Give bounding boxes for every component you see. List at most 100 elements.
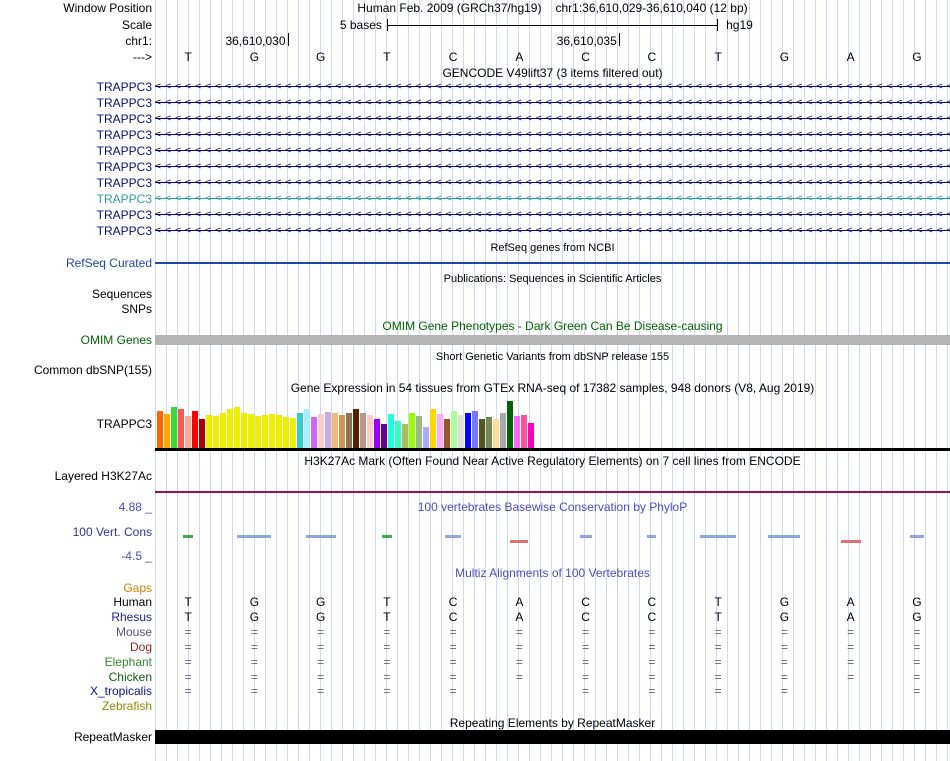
gtex-expression-bar[interactable] [276, 415, 282, 449]
gtex-expression-bar[interactable] [500, 413, 506, 449]
gtex-expression-bar[interactable] [521, 415, 527, 449]
species-label-chicken[interactable]: Chicken [109, 670, 152, 684]
gtex-expression-bar[interactable] [493, 419, 499, 449]
gtex-expression-bar[interactable] [157, 411, 163, 449]
gtex-expression-bar[interactable] [248, 414, 254, 449]
label-omim-genes[interactable]: OMIM Genes [81, 333, 152, 347]
label-trappc3[interactable]: TRAPPC3 [97, 128, 152, 142]
label-4-88[interactable]: 4.88 _ [119, 500, 152, 514]
gtex-expression-bar[interactable] [325, 412, 331, 449]
gtex-expression-bar[interactable] [290, 418, 296, 449]
species-label-human[interactable]: Human [113, 595, 152, 609]
transcript-line[interactable]: <<<<<<<<<<<<<<<<<<<<<<<<<<<<<<<<<<<<<<<<… [155, 145, 950, 157]
species-label-elephant[interactable]: Elephant [105, 655, 152, 669]
gtex-expression-bar[interactable] [297, 413, 303, 449]
title-refseq-genes-from-ncbi[interactable]: RefSeq genes from NCBI [155, 241, 950, 255]
label-common-dbsnp-155[interactable]: Common dbSNP(155) [34, 363, 152, 377]
transcript-line[interactable]: <<<<<<<<<<<<<<<<<<<<<<<<<<<<<<<<<<<<<<<<… [155, 177, 950, 189]
transcript-line[interactable]: <<<<<<<<<<<<<<<<<<<<<<<<<<<<<<<<<<<<<<<<… [155, 209, 950, 221]
gtex-expression-bar[interactable] [465, 413, 471, 449]
gtex-expression-bar[interactable] [199, 419, 205, 449]
title-h3k27ac-mark-often-found-near-ac[interactable]: H3K27Ac Mark (Often Found Near Active Re… [155, 454, 950, 468]
species-label-mouse[interactable]: Mouse [116, 625, 152, 639]
refseq-curated-track[interactable] [155, 262, 950, 264]
repeatmasker-track[interactable] [155, 730, 950, 744]
gtex-expression-bar[interactable] [255, 416, 261, 449]
gtex-expression-bar[interactable] [458, 415, 464, 449]
h3k27ac-track[interactable] [155, 491, 950, 493]
label-trappc3[interactable]: TRAPPC3 [97, 417, 152, 431]
gtex-expression-bar[interactable] [353, 409, 359, 449]
species-label-zebrafish[interactable]: Zebrafish [102, 699, 152, 713]
transcript-line[interactable]: <<<<<<<<<<<<<<<<<<<<<<<<<<<<<<<<<<<<<<<<… [155, 97, 950, 109]
label-trappc3[interactable]: TRAPPC3 [97, 192, 152, 206]
transcript-line[interactable]: <<<<<<<<<<<<<<<<<<<<<<<<<<<<<<<<<<<<<<<<… [155, 225, 950, 237]
gtex-expression-bar[interactable] [171, 407, 177, 449]
gtex-expression-bar[interactable] [311, 417, 317, 449]
title-100-vertebrates-basewise-conserv[interactable]: 100 vertebrates Basewise Conservation by… [155, 500, 950, 514]
species-label-dog[interactable]: Dog [130, 640, 152, 654]
gtex-expression-bar[interactable] [367, 415, 373, 449]
gtex-expression-bar[interactable] [472, 411, 478, 449]
gtex-expression-bar[interactable] [423, 427, 429, 449]
gtex-expression-bar[interactable] [262, 415, 268, 449]
gtex-expression-bar[interactable] [374, 419, 380, 449]
label-100-vert-cons[interactable]: 100 Vert. Cons [73, 525, 152, 539]
transcript-line[interactable]: <<<<<<<<<<<<<<<<<<<<<<<<<<<<<<<<<<<<<<<<… [155, 129, 950, 141]
label-refseq-curated[interactable]: RefSeq Curated [66, 256, 152, 270]
gtex-expression-bar[interactable] [402, 424, 408, 449]
gtex-expression-bar[interactable] [416, 416, 422, 449]
gtex-expression-bar[interactable] [241, 413, 247, 449]
gtex-expression-bar[interactable] [388, 414, 394, 449]
gtex-expression-bar[interactable] [206, 415, 212, 449]
transcript-line[interactable]: <<<<<<<<<<<<<<<<<<<<<<<<<<<<<<<<<<<<<<<<… [155, 161, 950, 173]
transcript-line[interactable]: <<<<<<<<<<<<<<<<<<<<<<<<<<<<<<<<<<<<<<<<… [155, 81, 950, 93]
gtex-expression-bar[interactable] [444, 419, 450, 449]
label-sequences[interactable]: Sequences [92, 287, 152, 301]
gtex-expression-bar[interactable] [486, 417, 492, 449]
label-trappc3[interactable]: TRAPPC3 [97, 96, 152, 110]
gtex-expression-bar[interactable] [479, 419, 485, 449]
gtex-expression-bar[interactable] [318, 414, 324, 449]
label-layered-h3k27ac[interactable]: Layered H3K27Ac [55, 469, 152, 483]
gtex-expression-bar[interactable] [192, 411, 198, 449]
gtex-expression-bar[interactable] [227, 409, 233, 449]
transcript-line[interactable]: <<<<<<<<<<<<<<<<<<<<<<<<<<<<<<<<<<<<<<<<… [155, 193, 950, 205]
gtex-expression-bar[interactable] [283, 417, 289, 449]
gtex-expression-bar[interactable] [178, 409, 184, 449]
gtex-expression-bar[interactable] [528, 423, 534, 449]
gtex-expression-bar[interactable] [164, 414, 170, 449]
title-multiz-alignments-of-100-vertebr[interactable]: Multiz Alignments of 100 Vertebrates [155, 566, 950, 580]
title-repeating-elements-by-repeatmask[interactable]: Repeating Elements by RepeatMasker [155, 716, 950, 730]
species-label-gaps[interactable]: Gaps [123, 581, 152, 595]
gtex-expression-bar[interactable] [213, 416, 219, 449]
gtex-expression-bar[interactable] [360, 413, 366, 449]
gtex-expression-bar[interactable] [304, 409, 310, 449]
gtex-expression-bar[interactable] [395, 421, 401, 449]
gtex-expression-bar[interactable] [507, 401, 513, 449]
label-trappc3[interactable]: TRAPPC3 [97, 80, 152, 94]
label-trappc3[interactable]: TRAPPC3 [97, 224, 152, 238]
gtex-expression-bar[interactable] [332, 413, 338, 449]
gtex-expression-bar[interactable] [234, 407, 240, 449]
label-repeatmasker[interactable]: RepeatMasker [74, 730, 152, 744]
gtex-expression-bar[interactable] [346, 413, 352, 449]
title-gene-expression-in-54-tissues-fr[interactable]: Gene Expression in 54 tissues from GTEx … [155, 381, 950, 395]
gtex-expression-bar[interactable] [514, 416, 520, 449]
gtex-expression-bar[interactable] [409, 413, 415, 449]
gtex-expression-bar[interactable] [185, 416, 191, 449]
label-trappc3[interactable]: TRAPPC3 [97, 160, 152, 174]
label-snps[interactable]: SNPs [121, 302, 152, 316]
gtex-expression-bar[interactable] [339, 415, 345, 449]
title-publications-sequences-in-scient[interactable]: Publications: Sequences in Scientific Ar… [155, 272, 950, 286]
gtex-expression-bar[interactable] [220, 413, 226, 449]
label-trappc3[interactable]: TRAPPC3 [97, 176, 152, 190]
omim-genes-track[interactable] [155, 335, 950, 345]
gtex-expression-bar[interactable] [381, 424, 387, 449]
gtex-expression-bar[interactable] [437, 414, 443, 449]
title-omim-gene-phenotypes-dark-green-[interactable]: OMIM Gene Phenotypes - Dark Green Can Be… [155, 319, 950, 333]
transcript-line[interactable]: <<<<<<<<<<<<<<<<<<<<<<<<<<<<<<<<<<<<<<<<… [155, 113, 950, 125]
label-trappc3[interactable]: TRAPPC3 [97, 112, 152, 126]
gtex-expression-bar[interactable] [451, 411, 457, 449]
gtex-expression-bar[interactable] [269, 414, 275, 449]
